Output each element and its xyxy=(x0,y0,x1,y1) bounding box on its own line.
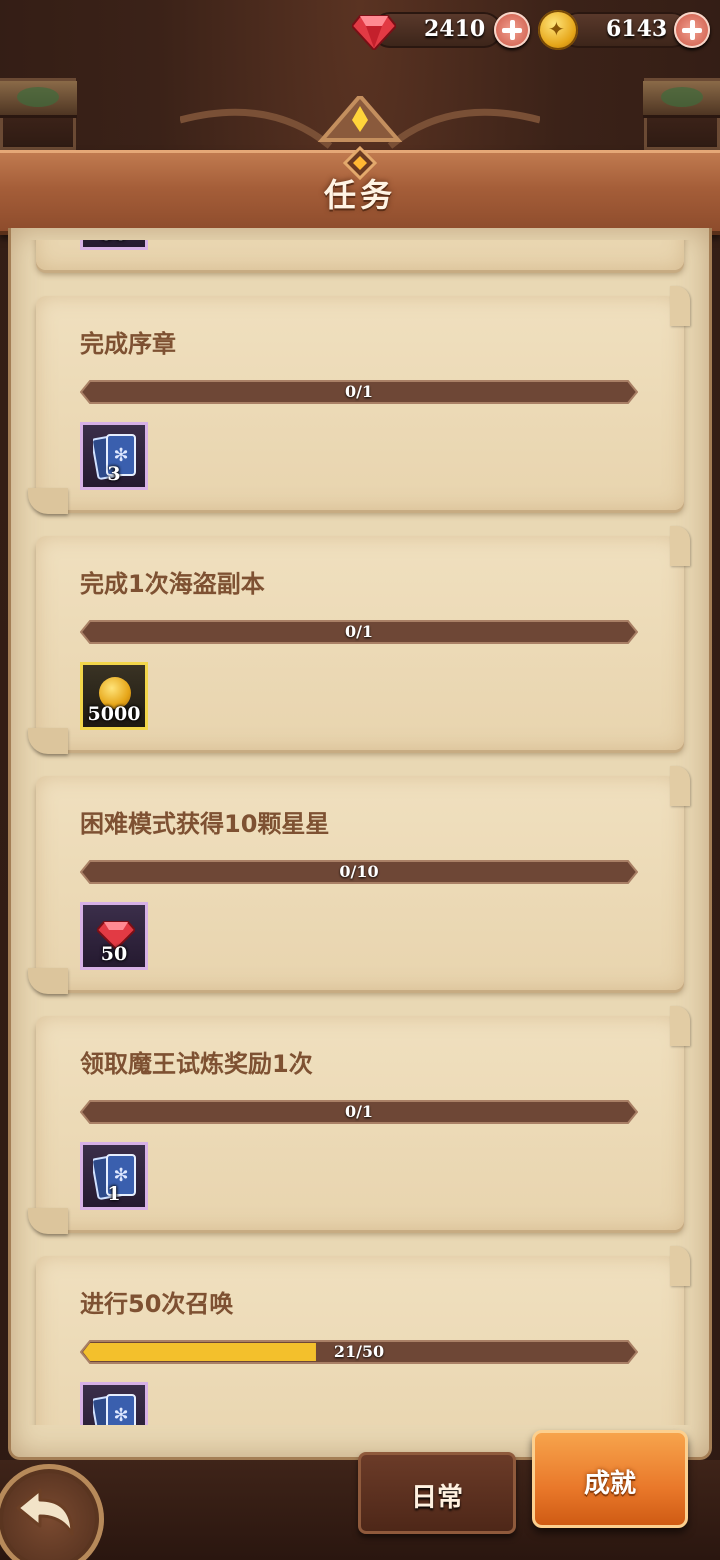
progress-text: 21/50 xyxy=(333,1342,385,1361)
task-list[interactable]: 50 完成序章 0/1 ✻ 3 xyxy=(16,240,704,1425)
reward-coin-item[interactable]: 5000 xyxy=(80,662,148,730)
page-title: 任务 xyxy=(323,176,396,214)
reward-card-item[interactable]: ✻ xyxy=(80,1382,148,1425)
coin-count: 6143 xyxy=(606,16,668,42)
reward-quantity: 3 xyxy=(107,463,121,485)
add-gems-button[interactable] xyxy=(494,12,530,48)
progress-bar: 0/1 xyxy=(80,1100,638,1124)
tab-daily-label: 日常 xyxy=(410,1483,463,1513)
reward-quantity: 5000 xyxy=(87,703,141,725)
task-card: 完成序章 0/1 ✻ 3 xyxy=(28,286,690,514)
tab-achievements-label: 成就 xyxy=(583,1469,636,1499)
task-title: 进行50次召唤 xyxy=(80,1290,234,1318)
coin-counter: ✦ 6143 xyxy=(536,10,716,50)
reward-quantity: 1 xyxy=(107,1183,121,1205)
reward-quantity: 50 xyxy=(83,240,145,245)
task-title: 完成序章 xyxy=(80,330,176,358)
gem-icon xyxy=(352,15,396,50)
gem-count: 2410 xyxy=(424,16,486,42)
progress-bar: 0/10 xyxy=(80,860,638,884)
reward-card-item[interactable]: ✻ 3 xyxy=(80,422,148,490)
progress-text: 0/1 xyxy=(344,622,374,641)
task-title: 领取魔王试炼奖励1次 xyxy=(80,1050,313,1078)
task-title: 完成1次海盗副本 xyxy=(80,570,265,598)
progress-bar: 0/1 xyxy=(80,380,638,404)
coin-icon: ✦ xyxy=(538,10,578,50)
progress-text: 0/1 xyxy=(344,382,374,401)
reward-gem-item[interactable]: 50 xyxy=(80,240,148,250)
task-card: 完成1次海盗副本 0/1 5000 xyxy=(28,526,690,754)
progress-bar: 21/50 xyxy=(80,1340,638,1364)
back-arrow-icon xyxy=(16,1488,74,1536)
task-screen: 2410 ✦ 6143 任务 50 xyxy=(0,0,720,1560)
progress-bar: 0/1 xyxy=(80,620,638,644)
right-pillar-decoration xyxy=(643,78,720,150)
progress-text: 0/10 xyxy=(339,862,379,881)
task-card: 困难模式获得10颗星星 0/10 50 xyxy=(28,766,690,994)
summon-card-icon: ✻ xyxy=(93,1394,136,1425)
task-title: 困难模式获得10颗星星 xyxy=(80,810,330,838)
progress-text: 0/1 xyxy=(344,1102,374,1121)
tab-achievements[interactable]: 成就 xyxy=(532,1430,688,1528)
add-coins-button[interactable] xyxy=(674,12,710,48)
svg-text:✻: ✻ xyxy=(113,1405,128,1425)
left-pillar-decoration xyxy=(0,78,77,150)
reward-gem-item[interactable]: 50 xyxy=(80,902,148,970)
task-card: 进行50次召唤 21/50 ✻ xyxy=(36,1246,690,1425)
tab-daily[interactable]: 日常 xyxy=(358,1452,516,1534)
task-card: 50 xyxy=(36,240,684,270)
gem-counter: 2410 xyxy=(352,10,532,50)
task-card: 领取魔王试炼奖励1次 0/1 ✻ 1 xyxy=(28,1006,690,1234)
reward-quantity: 50 xyxy=(100,943,128,965)
reward-card-item[interactable]: ✻ 1 xyxy=(80,1142,148,1210)
